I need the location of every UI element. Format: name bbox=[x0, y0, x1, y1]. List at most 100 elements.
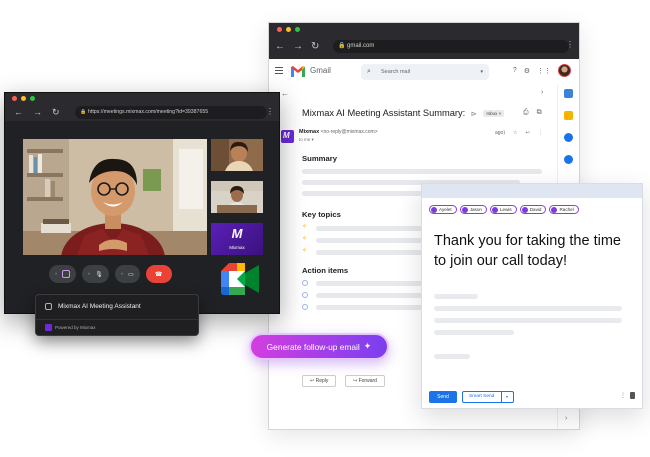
participant-tile[interactable] bbox=[211, 181, 263, 213]
avatar[interactable] bbox=[558, 64, 571, 77]
browser-chrome: ← → ↻ 🔒 https://meetings.mixmax.com/meet… bbox=[5, 93, 279, 121]
meeting-assistant-panel[interactable]: Mixmax AI Meeting Assistant Powered by M… bbox=[35, 294, 199, 336]
help-icon[interactable]: ? bbox=[513, 67, 517, 74]
gmail-header: Gmail ⌕ Search mail ▾ ? ⚙ ⋮⋮ bbox=[269, 59, 579, 85]
key-topics-heading: Key topics bbox=[302, 210, 341, 219]
sparkle-icon: ✧ bbox=[302, 236, 308, 242]
assistant-icon bbox=[45, 303, 52, 310]
assistant-control[interactable]: ^ bbox=[49, 265, 77, 283]
recipient-avatar bbox=[491, 206, 498, 213]
keep-icon[interactable] bbox=[564, 111, 573, 120]
address-text: https://meetings.mixmax.com/meeting?id=3… bbox=[88, 109, 209, 115]
camera-icon: ▭ bbox=[128, 271, 134, 278]
recipient-line[interactable]: to me ▾ bbox=[299, 137, 314, 143]
reply-button[interactable]: ↩ Reply bbox=[302, 375, 337, 387]
compose-body-text[interactable]: Thank you for taking the time to join ou… bbox=[434, 231, 634, 271]
assistant-title: Mixmax AI Meeting Assistant bbox=[58, 303, 141, 310]
browser-menu-icon[interactable]: ⋮ bbox=[566, 40, 574, 49]
smart-send-button[interactable]: Smart Send ▾ bbox=[462, 391, 514, 403]
recipient-name: David bbox=[529, 207, 542, 212]
mixmax-tile[interactable]: M Mixmax bbox=[211, 223, 263, 255]
chevron-up-icon[interactable]: ^ bbox=[55, 272, 57, 277]
participant-tile[interactable] bbox=[211, 139, 263, 171]
body-placeholder-line bbox=[434, 294, 478, 299]
action-item-checkbox[interactable] bbox=[302, 280, 308, 286]
participant-photo bbox=[23, 139, 207, 255]
calendar-icon[interactable] bbox=[564, 89, 573, 98]
minimize-window-button[interactable] bbox=[21, 96, 26, 101]
search-input[interactable]: ⌕ Search mail ▾ bbox=[361, 64, 489, 80]
generate-follow-up-email-button[interactable]: Generate follow-up email ✦ bbox=[249, 333, 389, 360]
browser-chrome: ← → ↻ 🔒 gmail.com ⋮ bbox=[269, 23, 579, 59]
chevron-right-icon[interactable]: › bbox=[565, 415, 567, 422]
close-window-button[interactable] bbox=[277, 27, 282, 32]
star-icon[interactable]: ☆ bbox=[513, 130, 517, 136]
back-arrow-icon[interactable]: ← bbox=[14, 107, 23, 118]
recipient-name: Ayelet bbox=[439, 207, 452, 212]
compose-header[interactable] bbox=[422, 184, 642, 198]
gmail-wordmark: Gmail bbox=[310, 66, 331, 75]
summary-heading: Summary bbox=[302, 154, 338, 163]
body-placeholder-line bbox=[434, 354, 470, 359]
recipient-chip[interactable]: David bbox=[519, 205, 547, 214]
end-call-button[interactable]: ☎ bbox=[145, 265, 172, 283]
sender-email: <no-reply@mixmax.com> bbox=[320, 129, 378, 135]
sparkle-icon: ✧ bbox=[302, 248, 308, 254]
inbox-label-chip[interactable]: Inbox × bbox=[483, 110, 505, 118]
chevron-up-icon[interactable]: ^ bbox=[88, 272, 90, 277]
recipient-chip[interactable]: Ayelet bbox=[429, 205, 457, 214]
mixmax-logo-icon bbox=[45, 324, 52, 331]
reply-icon[interactable]: ↩ bbox=[526, 130, 530, 136]
search-options-icon[interactable]: ▾ bbox=[480, 64, 483, 80]
contacts-icon[interactable] bbox=[564, 155, 573, 164]
open-in-new-window-icon[interactable]: ⧉ bbox=[537, 109, 542, 117]
trash-icon[interactable] bbox=[630, 392, 635, 399]
lock-icon: 🔒 bbox=[338, 43, 346, 49]
chevron-down-icon[interactable]: ▾ bbox=[506, 392, 508, 402]
address-bar[interactable]: 🔒 https://meetings.mixmax.com/meeting?id… bbox=[75, 106, 267, 119]
sender-line: Mixmax <no-reply@mixmax.com> bbox=[299, 129, 378, 135]
reload-icon[interactable]: ↻ bbox=[311, 41, 319, 52]
recipient-chip[interactable]: Lewis bbox=[489, 205, 517, 214]
subject-actions: ⎙ ⧉ bbox=[523, 109, 542, 117]
more-options-icon[interactable]: ⋮ bbox=[538, 130, 543, 136]
participant-photo bbox=[211, 139, 263, 171]
more-options-icon[interactable]: ⋮ bbox=[620, 392, 626, 399]
minimize-window-button[interactable] bbox=[286, 27, 291, 32]
forward-arrow-icon[interactable]: → bbox=[293, 41, 303, 52]
send-button[interactable]: Send bbox=[429, 391, 457, 403]
recipient-chip[interactable]: Jason bbox=[459, 205, 487, 214]
chevron-up-icon[interactable]: ^ bbox=[121, 272, 123, 277]
tasks-icon[interactable] bbox=[564, 133, 573, 142]
recipient-avatar bbox=[521, 206, 528, 213]
search-placeholder: Search mail bbox=[381, 69, 411, 75]
print-icon[interactable]: ⎙ bbox=[523, 109, 529, 117]
call-controls: ^ ^ 🎙 ^ ▭ ☎ bbox=[49, 265, 172, 283]
sender-name: Mixmax bbox=[299, 129, 320, 135]
recipient-chip[interactable]: Rachel bbox=[549, 205, 579, 214]
reload-icon[interactable]: ↻ bbox=[52, 107, 60, 118]
close-window-button[interactable] bbox=[12, 96, 17, 101]
maximize-window-button[interactable] bbox=[295, 27, 300, 32]
reply-label: Reply bbox=[315, 378, 329, 384]
back-arrow-icon[interactable]: ← bbox=[275, 41, 285, 52]
tile-label: Mixmax bbox=[229, 245, 245, 250]
sparkle-icon: ✦ bbox=[363, 341, 372, 351]
camera-control[interactable]: ^ ▭ bbox=[114, 265, 140, 283]
next-email-icon[interactable]: › bbox=[541, 89, 543, 96]
forward-arrow-icon[interactable]: → bbox=[33, 107, 42, 118]
recipient-name: Lewis bbox=[499, 207, 512, 212]
forward-button[interactable]: ↪ Forward bbox=[345, 375, 385, 387]
hamburger-menu-icon[interactable] bbox=[275, 67, 283, 74]
address-text: gmail.com bbox=[347, 43, 375, 49]
address-bar[interactable]: 🔒 gmail.com bbox=[333, 40, 569, 53]
back-to-inbox-icon[interactable]: ← bbox=[281, 89, 289, 98]
gear-icon[interactable]: ⚙ bbox=[524, 67, 530, 75]
microphone-control[interactable]: ^ 🎙 bbox=[82, 265, 109, 283]
action-item-checkbox[interactable] bbox=[302, 292, 308, 298]
maximize-window-button[interactable] bbox=[30, 96, 35, 101]
action-item-checkbox[interactable] bbox=[302, 304, 308, 310]
browser-menu-icon[interactable]: ⋮ bbox=[266, 107, 274, 116]
generate-button-label: Generate follow-up email bbox=[266, 341, 360, 352]
apps-grid-icon[interactable]: ⋮⋮ bbox=[537, 67, 551, 75]
